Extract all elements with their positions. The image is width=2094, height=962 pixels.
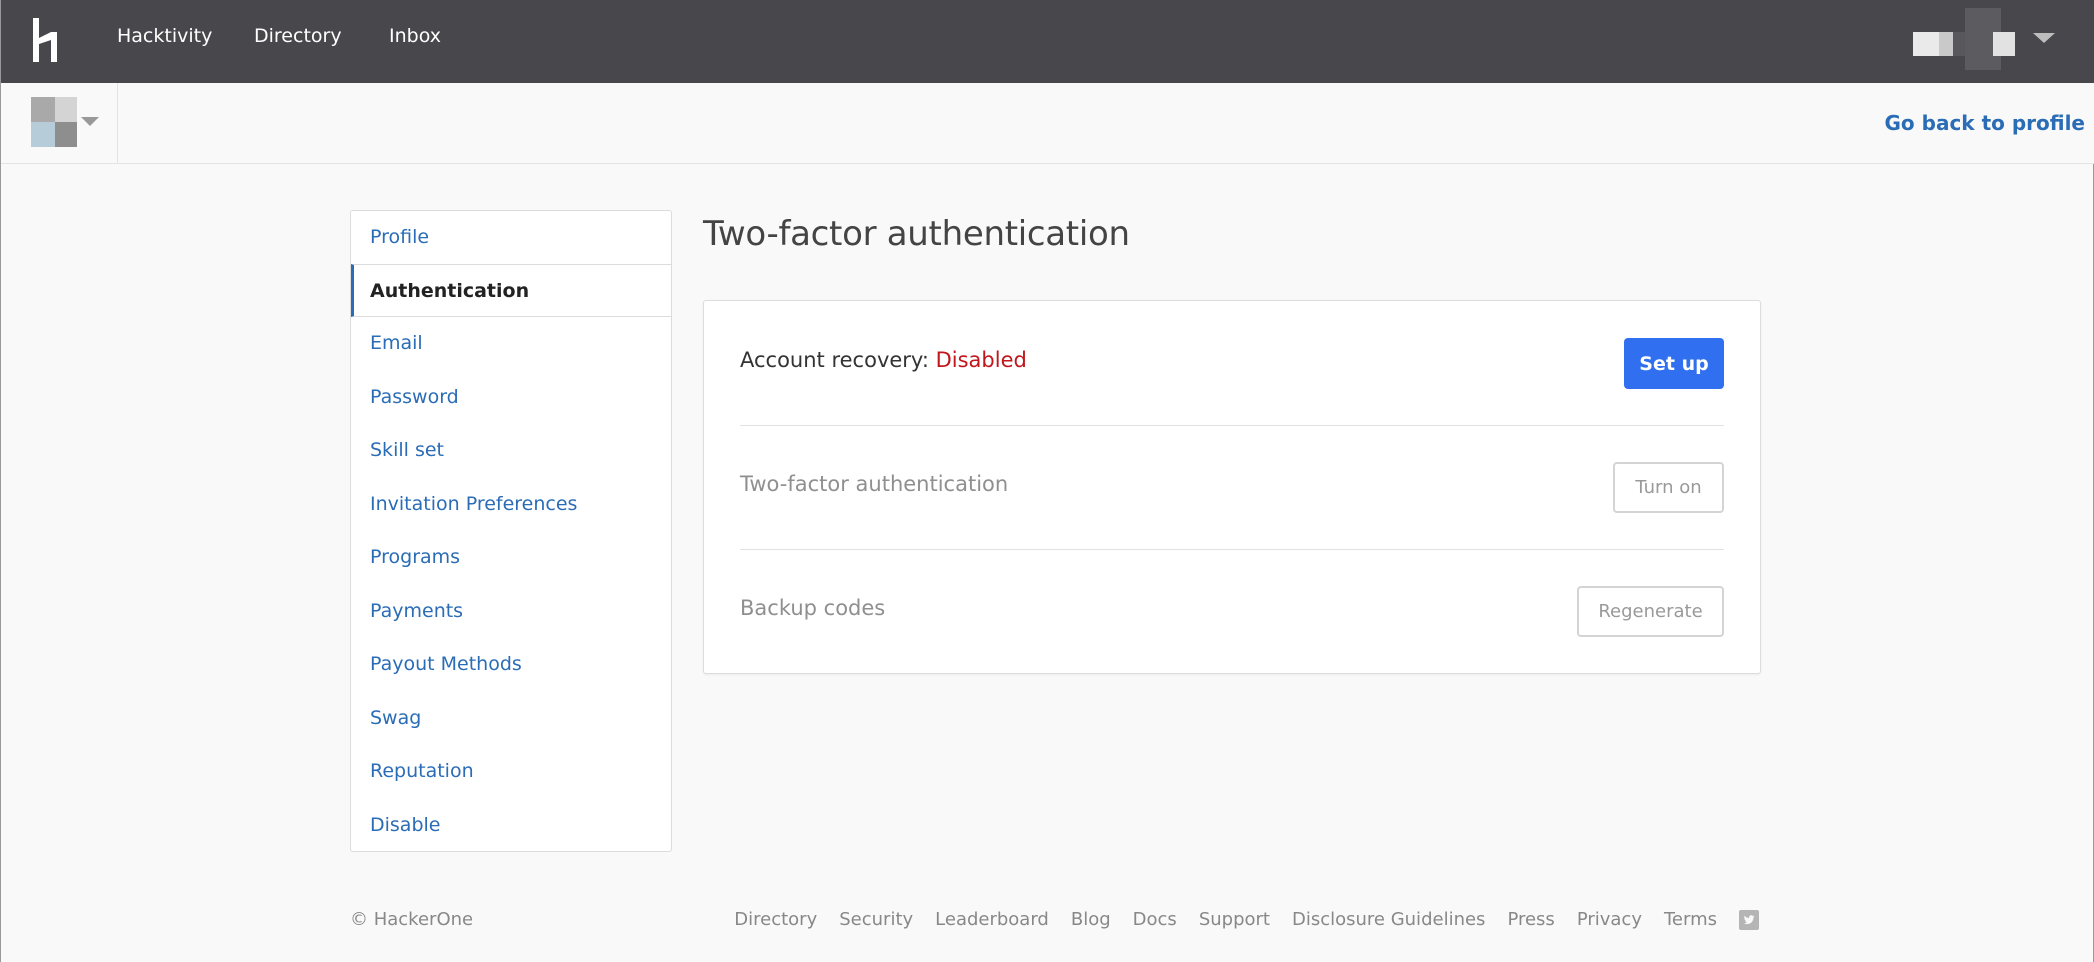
user-menu-chevron-down-icon[interactable] xyxy=(2033,33,2055,43)
settings-sidebar: Profile Authentication Email Password Sk… xyxy=(350,210,672,852)
two-factor-panel: Account recovery: Disabled Set up Two-fa… xyxy=(703,300,1761,674)
nav-directory[interactable]: Directory xyxy=(254,25,342,47)
footer-link-directory[interactable]: Directory xyxy=(734,909,817,930)
top-navbar: Hacktivity Directory Inbox xyxy=(1,0,2094,83)
sidebar-item-skill-set[interactable]: Skill set xyxy=(351,424,671,477)
turn-on-button[interactable]: Turn on xyxy=(1613,462,1724,513)
sidebar-item-profile[interactable]: Profile xyxy=(351,211,671,264)
footer-link-disclosure-guidelines[interactable]: Disclosure Guidelines xyxy=(1292,909,1485,930)
account-recovery-row: Account recovery: Disabled Set up xyxy=(740,301,1724,425)
footer-links: Directory Security Leaderboard Blog Docs… xyxy=(734,909,1759,930)
sidebar-item-disable[interactable]: Disable xyxy=(351,799,671,852)
sidebar-item-swag[interactable]: Swag xyxy=(351,692,671,745)
account-recovery-label-group: Account recovery: Disabled xyxy=(740,348,1027,372)
sidebar-item-payout-methods[interactable]: Payout Methods xyxy=(351,638,671,691)
footer-link-privacy[interactable]: Privacy xyxy=(1577,909,1642,930)
go-back-to-profile-link[interactable]: Go back to profile xyxy=(1885,111,2085,135)
account-avatar xyxy=(31,97,77,147)
account-recovery-label: Account recovery: xyxy=(740,348,929,372)
sub-header: Go back to profile xyxy=(1,83,2094,164)
footer-link-blog[interactable]: Blog xyxy=(1071,909,1111,930)
twitter-icon[interactable] xyxy=(1739,909,1759,930)
sidebar-item-password[interactable]: Password xyxy=(351,371,671,424)
footer-link-support[interactable]: Support xyxy=(1199,909,1270,930)
two-factor-row: Two-factor authentication Turn on xyxy=(740,425,1724,549)
backup-codes-row: Backup codes Regenerate xyxy=(740,549,1724,673)
footer-link-docs[interactable]: Docs xyxy=(1133,909,1177,930)
footer-link-terms[interactable]: Terms xyxy=(1664,909,1717,930)
footer-link-press[interactable]: Press xyxy=(1507,909,1554,930)
user-avatar[interactable] xyxy=(1913,8,2025,70)
footer-copyright: © HackerOne xyxy=(350,909,474,930)
sidebar-item-invitation-preferences[interactable]: Invitation Preferences xyxy=(351,478,671,531)
sidebar-item-reputation[interactable]: Reputation xyxy=(351,745,671,798)
sidebar-item-email[interactable]: Email xyxy=(351,317,671,370)
hackerone-logo-icon[interactable] xyxy=(31,18,59,62)
nav-inbox[interactable]: Inbox xyxy=(389,25,441,47)
nav-hacktivity[interactable]: Hacktivity xyxy=(117,25,212,47)
chevron-down-icon xyxy=(81,117,99,126)
set-up-button[interactable]: Set up xyxy=(1624,338,1724,389)
account-switcher[interactable] xyxy=(1,83,118,164)
page-title: Two-factor authentication xyxy=(703,214,1130,254)
status-badge: Disabled xyxy=(935,348,1027,372)
backup-codes-label: Backup codes xyxy=(740,596,886,620)
sidebar-item-authentication[interactable]: Authentication xyxy=(351,264,671,317)
footer-link-security[interactable]: Security xyxy=(839,909,913,930)
regenerate-button[interactable]: Regenerate xyxy=(1577,586,1724,637)
two-factor-label: Two-factor authentication xyxy=(740,472,1009,496)
sidebar-item-payments[interactable]: Payments xyxy=(351,585,671,638)
sidebar-item-programs[interactable]: Programs xyxy=(351,531,671,584)
footer-link-leaderboard[interactable]: Leaderboard xyxy=(935,909,1049,930)
